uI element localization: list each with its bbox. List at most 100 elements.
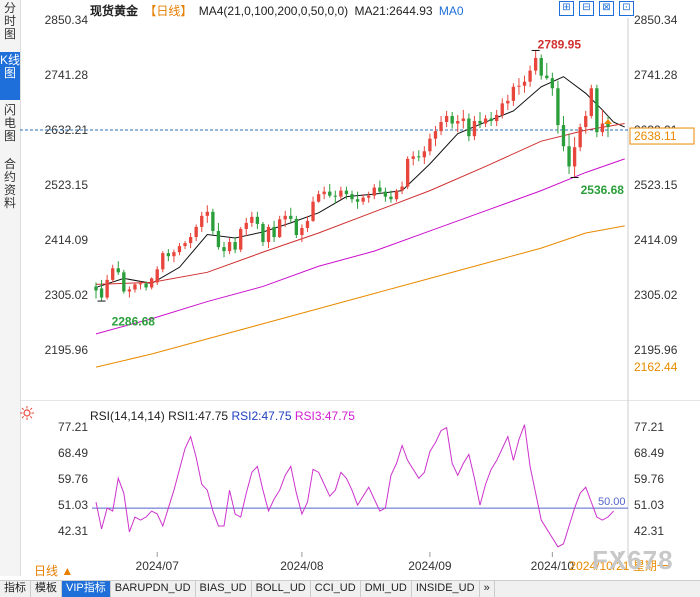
candle (522, 75, 527, 93)
price-axis-label-right: 2414.09 (634, 233, 678, 247)
candle (305, 215, 310, 232)
ma-line-1 (95, 123, 625, 285)
candle (250, 211, 254, 227)
candle (244, 217, 248, 237)
candle (177, 243, 182, 256)
price-chart[interactable]: 2850.342850.342741.282741.282632.212632.… (0, 0, 700, 400)
candle (561, 115, 566, 152)
tab-boll[interactable]: BOLL_UD (252, 581, 311, 597)
rsi-axis-label-right: 51.03 (634, 498, 664, 512)
candle (166, 249, 171, 262)
watermark-logo: FX678 (592, 545, 674, 575)
high-label: 2789.95 (538, 37, 582, 51)
tab-templates[interactable]: 模板 (31, 581, 62, 597)
candle (405, 156, 410, 190)
candle (478, 111, 482, 129)
rsi-axis-label-right: 77.21 (634, 420, 664, 434)
candle (350, 190, 354, 203)
indicator-tab-bar: 指标 模板 VIP指标 BARUPDN_UD BIAS_UD BOLL_UD C… (0, 580, 700, 597)
candle (367, 191, 371, 203)
tab-cci[interactable]: CCI_UD (311, 581, 361, 597)
candle (216, 222, 221, 250)
candle (183, 241, 187, 250)
rsi-axis-label-left: 68.49 (58, 446, 88, 460)
price-axis-label-left: 2741.28 (45, 68, 89, 82)
period-selector[interactable]: 日线 ▲ (34, 562, 73, 579)
time-axis-label: 2024/08 (280, 559, 324, 573)
candle (517, 78, 521, 95)
candle (428, 133, 432, 156)
tab-vip-indicators[interactable]: VIP指标 (62, 581, 111, 597)
tab-indicators[interactable]: 指标 (0, 581, 31, 597)
candle (161, 251, 165, 273)
price-axis-label-left: 2414.09 (45, 233, 89, 247)
rsi-level-label: 50.00 (598, 496, 626, 508)
price-axis-label-left: 2305.02 (45, 288, 89, 302)
tab-dmi[interactable]: DMI_UD (361, 581, 412, 597)
ma-line-3 (95, 225, 625, 368)
candle (200, 211, 204, 232)
candle (261, 221, 265, 247)
candle (572, 137, 577, 179)
rsi-axis-label-right: 59.76 (634, 472, 664, 486)
candle (472, 115, 477, 141)
candle (495, 109, 499, 127)
candle (116, 261, 120, 275)
low-label: 2286.68 (112, 314, 156, 328)
candle (233, 237, 237, 254)
price-annotations: 2789.95 2286.68 2536.68 (97, 37, 625, 328)
candle (277, 215, 282, 239)
time-axis-label: 2024/09 (408, 559, 452, 573)
price-axis-label-left: 2523.15 (45, 178, 89, 192)
candle (589, 84, 593, 119)
candle (172, 249, 176, 263)
candle (355, 191, 360, 209)
tab-bias[interactable]: BIAS_UD (196, 581, 252, 597)
candle (188, 232, 193, 249)
candle (411, 151, 415, 166)
candle (333, 190, 337, 204)
candle (266, 224, 271, 249)
candle (339, 186, 343, 200)
candle (227, 238, 232, 255)
more-tabs-icon[interactable]: » (480, 581, 495, 597)
candle (467, 113, 471, 142)
candle (272, 220, 276, 243)
candle (550, 72, 555, 96)
current-price-tag: 2638.11 (634, 129, 677, 143)
candle (450, 111, 454, 129)
candle (489, 111, 493, 127)
candle (194, 224, 198, 242)
candle (417, 150, 421, 162)
candle (328, 184, 332, 198)
price-axis-label-left: 2850.34 (45, 13, 89, 27)
candle (422, 146, 427, 164)
candle (444, 110, 449, 128)
moving-average-lines (95, 76, 625, 368)
rsi-axis-label-left: 59.76 (58, 472, 88, 486)
candle (578, 123, 582, 152)
candlesticks (94, 50, 610, 301)
rsi-axis-label-left: 42.31 (58, 524, 88, 538)
tab-inside[interactable]: INSIDE_UD (412, 581, 480, 597)
rsi-axis-label-left: 77.21 (58, 420, 88, 434)
candle (483, 114, 488, 128)
candle (289, 207, 293, 223)
time-axis-label: 2024/10 (531, 559, 575, 573)
candle (394, 189, 399, 202)
candle (600, 109, 605, 137)
candle (595, 84, 599, 138)
price-axis-label-right: 2523.15 (634, 178, 678, 192)
candle (372, 184, 376, 200)
candle (294, 215, 299, 239)
candle (528, 65, 532, 87)
candle (211, 208, 215, 235)
candle (539, 54, 543, 80)
candle (400, 181, 404, 195)
candle (556, 80, 560, 134)
low2-label: 2536.68 (581, 183, 625, 197)
candle (122, 269, 126, 294)
rsi-axis-label-left: 51.03 (58, 498, 88, 512)
tab-barupdn[interactable]: BARUPDN_UD (111, 581, 196, 597)
candle (567, 133, 571, 174)
